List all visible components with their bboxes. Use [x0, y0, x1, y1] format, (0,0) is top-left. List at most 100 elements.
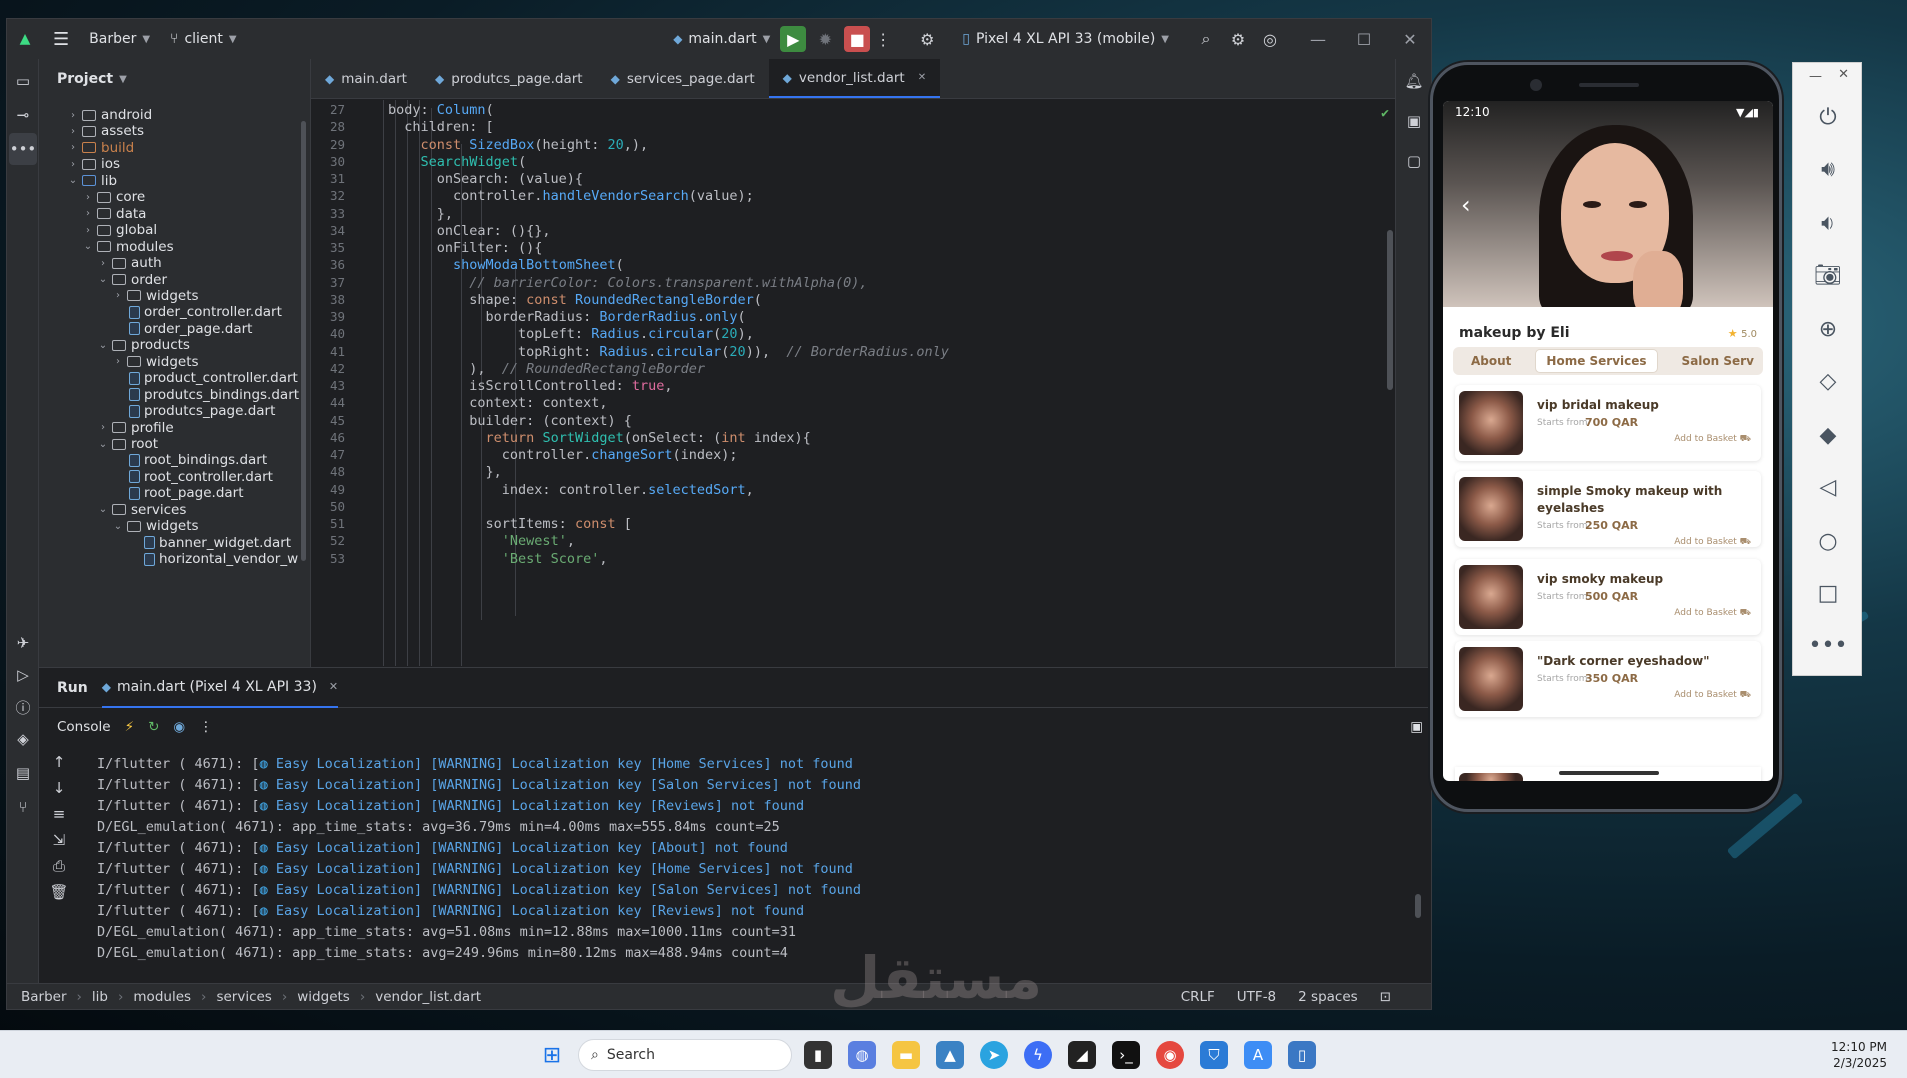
settings-icon[interactable]: ⚙: [1225, 26, 1251, 52]
service-card[interactable]: simple Smoky makeup with eyelashes Starts…: [1455, 471, 1761, 547]
close-tab-icon[interactable]: ✕: [329, 680, 338, 693]
code-line[interactable]: body: Column(: [388, 102, 494, 118]
breadcrumb-item[interactable]: modules: [133, 989, 191, 1005]
code-editor[interactable]: 27 body: Column(28 children: [29 const Si…: [311, 100, 1401, 666]
read-only-lock-icon[interactable]: ⊡: [1380, 989, 1391, 1005]
add-to-basket-button[interactable]: Add to Basket ⛟: [1674, 690, 1751, 701]
gesture-home-bar[interactable]: [1559, 771, 1659, 775]
project-panel-header[interactable]: Project ▼: [39, 59, 310, 99]
breadcrumb-item[interactable]: Barber: [21, 989, 67, 1005]
code-line[interactable]: controller.changeSort(index);: [388, 447, 738, 463]
file-explorer-icon[interactable]: ▬: [892, 1041, 920, 1069]
devtools-icon[interactable]: ◉: [173, 719, 185, 735]
photos-icon[interactable]: ▲: [936, 1041, 964, 1069]
git-icon[interactable]: ⑂: [7, 791, 39, 823]
file-encoding[interactable]: UTF-8: [1237, 989, 1276, 1005]
phone-screen[interactable]: 12:10 ▼◢▮ ‹ makeup by Eli ★ 5.0 About Hom…: [1443, 101, 1773, 781]
code-line[interactable]: builder: (context) {: [388, 413, 632, 429]
code-line[interactable]: const SizedBox(height: 20,),: [388, 137, 649, 153]
search-icon[interactable]: ⌕: [1193, 26, 1219, 52]
minimize-button[interactable]: —: [1305, 26, 1331, 52]
breadcrumb-item[interactable]: lib: [92, 989, 108, 1005]
overview-icon[interactable]: □: [1793, 573, 1863, 613]
terminal-icon[interactable]: ▤: [7, 757, 39, 789]
security-shield-icon[interactable]: ⛉: [1200, 1041, 1228, 1069]
flutter-inspector-icon[interactable]: ✈: [7, 627, 39, 659]
device-mirror-icon[interactable]: ▣: [1398, 105, 1430, 137]
service-card[interactable]: vip bridal makeup Starts from 700 QAR Add t…: [1455, 385, 1761, 461]
tree-item[interactable]: horizontal_vendor_w: [126, 549, 298, 569]
branch-selector[interactable]: ⑂ client ▼: [160, 31, 247, 47]
close-tab-icon[interactable]: ✕: [918, 72, 926, 83]
code-line[interactable]: // barrierColor: Colors.transparent.with…: [388, 275, 867, 291]
sticky-notes-icon[interactable]: ◢: [1068, 1041, 1096, 1069]
notifications-icon[interactable]: 🔔︎: [1398, 65, 1430, 97]
add-to-basket-button[interactable]: Add to Basket ⛟: [1674, 608, 1751, 619]
device-manager-icon[interactable]: ⚙: [914, 26, 940, 52]
hot-restart-icon[interactable]: ↻: [148, 719, 159, 735]
screenshot-camera-icon[interactable]: 📷︎: [1793, 255, 1863, 295]
run-tab-label[interactable]: Run: [57, 680, 88, 696]
code-line[interactable]: return SortWidget(onSelect: (int index){: [388, 430, 811, 446]
stop-button[interactable]: ■: [844, 26, 871, 52]
code-line[interactable]: shape: const RoundedRectangleBorder(: [388, 292, 762, 308]
taskbar-search[interactable]: ⌕ Search: [578, 1039, 792, 1071]
code-line[interactable]: sortItems: const [: [388, 516, 632, 532]
more-options-icon[interactable]: •••: [1793, 625, 1863, 665]
console-output[interactable]: I/flutter ( 4671): [◍ Easy Localization]…: [97, 756, 861, 966]
code-line[interactable]: SearchWidget(: [388, 154, 527, 170]
code-line[interactable]: onSearch: (value){: [388, 171, 583, 187]
editor-tab[interactable]: ◆ vendor_list.dart ✕: [768, 59, 941, 98]
console-tab[interactable]: Console: [57, 719, 111, 735]
dart-devtools-icon[interactable]: ◈: [7, 723, 39, 755]
breadcrumb-item[interactable]: services: [216, 989, 271, 1005]
service-card[interactable]: vip smoky makeup Starts from 500 QAR Add to…: [1455, 559, 1761, 635]
windows-start-icon[interactable]: ⊞: [538, 1041, 566, 1069]
code-line[interactable]: children: [: [388, 119, 493, 135]
main-menu-icon[interactable]: ☰: [43, 29, 79, 50]
service-card[interactable]: "Dark corner eyeshadow" Starts from 350 QA…: [1455, 641, 1761, 717]
account-icon[interactable]: ◎: [1257, 26, 1283, 52]
code-line[interactable]: context: context,: [388, 395, 607, 411]
minimize-emulator-icon[interactable]: —: [1809, 69, 1822, 84]
add-to-basket-button[interactable]: Add to Basket ⛟: [1674, 537, 1751, 548]
android-studio-icon[interactable]: ▯: [1288, 1041, 1316, 1069]
more-tools-icon[interactable]: •••: [9, 133, 37, 165]
more-actions-icon[interactable]: ⋮: [199, 719, 213, 735]
run-tool-icon[interactable]: ▷: [7, 659, 39, 691]
app-store-icon[interactable]: A: [1244, 1041, 1272, 1069]
hot-reload-icon[interactable]: ⚡: [125, 719, 134, 735]
code-line[interactable]: topLeft: Radius.circular(20),: [388, 326, 754, 342]
running-devices-icon[interactable]: ▢: [1398, 145, 1430, 177]
editor-tab[interactable]: ◆ produtcs_page.dart: [421, 59, 597, 98]
system-clock[interactable]: 12:10 PM 2/3/2025: [1831, 1039, 1887, 1071]
vendor-tab[interactable]: Salon Serv: [1672, 350, 1764, 372]
line-separator[interactable]: CRLF: [1181, 989, 1215, 1005]
copilot-icon[interactable]: ◍: [848, 1041, 876, 1069]
rotate-right-icon[interactable]: ◆: [1793, 415, 1863, 455]
device-selector[interactable]: ▯ Pixel 4 XL API 33 (mobile) ▼: [952, 31, 1179, 47]
code-line[interactable]: isScrollControlled: true,: [388, 378, 672, 394]
code-line[interactable]: borderRadius: BorderRadius.only(: [388, 309, 746, 325]
editor-tab[interactable]: ◆ main.dart: [311, 59, 421, 98]
run-button[interactable]: ▶: [780, 26, 807, 52]
code-line[interactable]: },: [388, 464, 502, 480]
telegram-icon[interactable]: ➤: [980, 1041, 1008, 1069]
back-icon[interactable]: ◁: [1793, 467, 1863, 507]
run-config-selector[interactable]: ◆ main.dart ▼: [663, 31, 780, 47]
more-actions-icon[interactable]: ⋮: [870, 26, 896, 52]
back-arrow-icon[interactable]: ‹: [1461, 191, 1471, 219]
debug-button[interactable]: ✹: [812, 26, 838, 52]
vendor-tab[interactable]: Home Services: [1535, 349, 1658, 373]
code-line[interactable]: index: controller.selectedSort,: [388, 482, 754, 498]
layout-icon[interactable]: ▣: [1410, 719, 1423, 735]
power-icon[interactable]: ⏻: [1793, 97, 1863, 137]
add-to-basket-button[interactable]: Add to Basket ⛟: [1674, 434, 1751, 445]
close-button[interactable]: ✕: [1397, 26, 1423, 52]
breadcrumb-item[interactable]: vendor_list.dart: [375, 989, 481, 1005]
editor-tab[interactable]: ◆ services_page.dart: [597, 59, 769, 98]
tree-scrollbar[interactable]: [301, 121, 306, 561]
zoom-icon[interactable]: ⊕: [1793, 309, 1863, 349]
problems-icon[interactable]: ⓘ: [7, 691, 39, 723]
messenger-icon[interactable]: ϟ: [1024, 1041, 1052, 1069]
